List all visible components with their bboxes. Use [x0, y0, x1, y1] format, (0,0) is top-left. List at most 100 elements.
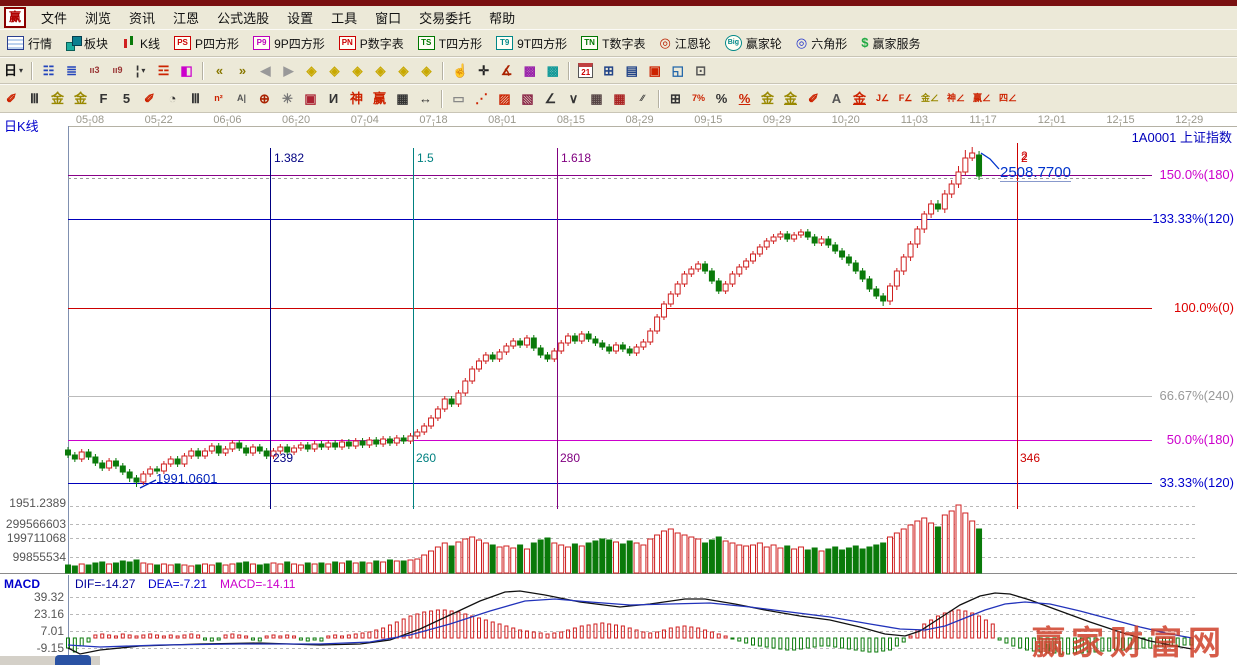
n-square-button[interactable]: n² — [208, 88, 229, 109]
purple-lattice-tool-button[interactable]: ▩ — [519, 60, 540, 81]
four-angle-button[interactable]: 四∠ — [996, 88, 1020, 109]
t-number-table-button[interactable]: TN T数字表 — [574, 33, 652, 54]
f-angle-button[interactable]: F∠ — [895, 88, 916, 109]
percent-7-button[interactable]: 7% — [688, 88, 709, 109]
print-button[interactable]: ⊡ — [690, 60, 711, 81]
menu-settings[interactable]: 设置 — [278, 9, 322, 28]
gann-diamond-expand-button[interactable]: ◈ — [347, 60, 368, 81]
gann-wheel-button[interactable]: ◎ 江恩轮 — [652, 33, 717, 54]
golden-levels-button[interactable]: 金 — [780, 88, 801, 109]
spiral-5-button[interactable]: 5 — [116, 88, 137, 109]
percent-levels-button[interactable]: % — [734, 88, 755, 109]
period-daily-button[interactable]: 日 ▾ — [1, 60, 26, 81]
kline-button[interactable]: K线 — [115, 33, 167, 54]
percent-button[interactable]: % — [711, 88, 732, 109]
box-select-button[interactable]: ▭ — [448, 88, 469, 109]
v-waves-button[interactable]: ∨ — [563, 88, 584, 109]
dense-grid-button[interactable]: ▦ — [392, 88, 413, 109]
t-square-button[interactable]: TS T四方形 — [411, 33, 489, 54]
winner-wheel-button[interactable]: Big 赢家轮 — [718, 33, 789, 54]
jump-first-button[interactable]: « — [209, 60, 230, 81]
a-wave-button[interactable]: A — [826, 88, 847, 109]
menu-gann[interactable]: 江恩 — [164, 9, 208, 28]
wave-n-button[interactable]: И — [323, 88, 344, 109]
fan-box-button[interactable]: ▨ — [494, 88, 515, 109]
profile-colored-button[interactable]: ◧ — [176, 60, 197, 81]
calculator-button[interactable]: ⊞ — [598, 60, 619, 81]
a-divider-button[interactable]: A| — [231, 88, 252, 109]
p-number-table-button[interactable]: PN P数字表 — [332, 33, 411, 54]
fibo-grid-button[interactable]: F — [93, 88, 114, 109]
save-button[interactable]: ▣ — [644, 60, 665, 81]
chart-area[interactable]: 150.0%(180) 133.33%(120) 100.0%(0) 66.67%(2… — [0, 113, 1237, 665]
menu-tools[interactable]: 工具 — [322, 9, 366, 28]
calendar-button[interactable]: 21 — [575, 60, 596, 81]
golden-grid-1-button[interactable]: 金 — [47, 88, 68, 109]
angle-ruler-tool-button[interactable]: ∡ — [496, 60, 517, 81]
j-angle-button[interactable]: J∠ — [872, 88, 893, 109]
info-list-button[interactable]: ≣ — [61, 60, 82, 81]
gann-diamond-left-button[interactable]: ◈ — [301, 60, 322, 81]
menu-window[interactable]: 窗口 — [366, 9, 410, 28]
menu-browse[interactable]: 浏览 — [76, 9, 120, 28]
square-grid-arrow-button[interactable]: ▦ — [609, 88, 630, 109]
gann-diamond-center-button[interactable]: ◈ — [416, 60, 437, 81]
golden-circle-button[interactable]: 金 — [757, 88, 778, 109]
menu-info[interactable]: 资讯 — [120, 9, 164, 28]
menu-file[interactable]: 文件 — [32, 9, 76, 28]
9t-square-button[interactable]: T9 9T四方形 — [489, 33, 574, 54]
volume-bar — [167, 564, 174, 574]
winner-service-button[interactable]: $ 赢家服务 — [854, 33, 927, 54]
bars-9-button[interactable]: ıı9 — [107, 60, 128, 81]
gann-diamond-star-button[interactable]: ◈ — [393, 60, 414, 81]
export-web-button[interactable]: ◱ — [667, 60, 688, 81]
toolbar-separator — [441, 89, 443, 108]
gold-angle-button[interactable]: 金∠ — [918, 88, 942, 109]
square-grid-button[interactable]: ▦ — [586, 88, 607, 109]
star-web-button[interactable]: ✳ — [277, 88, 298, 109]
grid-comb-button[interactable]: Ⅲ — [24, 88, 45, 109]
p-square-button[interactable]: PS P四方形 — [167, 33, 246, 54]
ying-grid-button[interactable]: 赢 — [369, 88, 390, 109]
shen-angle-button[interactable]: 神∠ — [944, 88, 968, 109]
hexagon-button[interactable]: ◎ 六角形 — [789, 33, 854, 54]
angle-lines-button[interactable]: ∠ — [540, 88, 561, 109]
menu-help[interactable]: 帮助 — [480, 9, 524, 28]
sectors-button[interactable]: 板块 — [59, 33, 115, 54]
crosshair-tool-button[interactable]: ✛ — [473, 60, 494, 81]
jump-last-button[interactable]: » — [232, 60, 253, 81]
gann-fan-circle-button[interactable]: ⊕ — [254, 88, 275, 109]
red-brush-button[interactable]: ✐ — [139, 88, 160, 109]
golden-grid-2-button[interactable]: 金 — [70, 88, 91, 109]
notepad-button[interactable]: ▤ — [621, 60, 642, 81]
web-box-button[interactable]: ▣ — [300, 88, 321, 109]
gann-fan-button[interactable]: ⋰ — [471, 88, 492, 109]
taskbar-button-fragment[interactable] — [55, 655, 91, 665]
candle-type-button[interactable]: ¦ ▾ — [130, 60, 151, 81]
gann-diamond-right-button[interactable]: ◈ — [324, 60, 345, 81]
menu-formula-pick[interactable]: 公式选股 — [208, 9, 278, 28]
comb-2-button[interactable]: Ⅲ — [185, 88, 206, 109]
teal-lattice-tool-button[interactable]: ▩ — [542, 60, 563, 81]
step-prev-button[interactable]: ◀ — [255, 60, 276, 81]
hand-tool-button[interactable]: ☝ — [449, 60, 471, 81]
flag-pen-button[interactable]: ✐ — [803, 88, 824, 109]
golden-underline-button[interactable]: 金 — [849, 88, 870, 109]
candle — [434, 406, 441, 421]
stick-red-button[interactable]: ☲ — [153, 60, 174, 81]
brush-button[interactable]: ✐ — [1, 88, 22, 109]
ying-angle-button[interactable]: 赢∠ — [970, 88, 994, 109]
parallel-channel-button[interactable]: ∕∕ — [632, 88, 653, 109]
time-clock-button[interactable]: ◔ — [162, 88, 183, 109]
market-quotes-button[interactable]: 行情 — [0, 33, 59, 54]
h-measure-button[interactable]: ↔ — [415, 88, 436, 109]
shen-grid-button[interactable]: 神 — [346, 88, 367, 109]
pattern-view-button[interactable]: ☷ — [38, 60, 59, 81]
fan-dark-box-button[interactable]: ▧ — [517, 88, 538, 109]
9p-square-button[interactable]: P9 9P四方形 — [246, 33, 332, 54]
menu-trade[interactable]: 交易委托 — [410, 9, 480, 28]
step-next-button[interactable]: ▶ — [278, 60, 299, 81]
quote-board-button[interactable]: ⊞ — [665, 88, 686, 109]
gann-diamond-cross-button[interactable]: ◈ — [370, 60, 391, 81]
bars-3-button[interactable]: ıı3 — [84, 60, 105, 81]
